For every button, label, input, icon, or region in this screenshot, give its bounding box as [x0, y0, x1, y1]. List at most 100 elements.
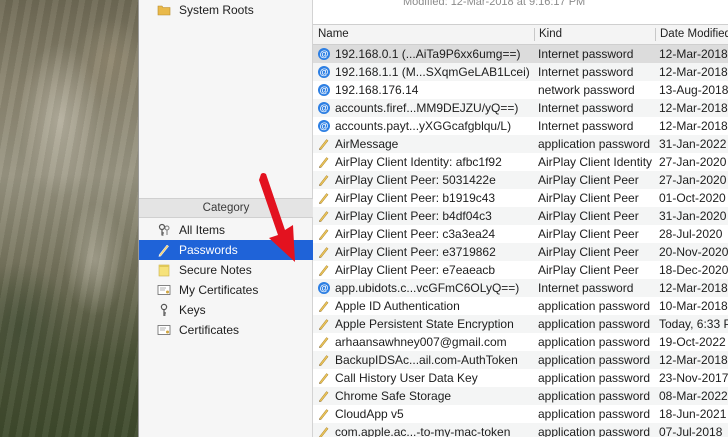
item-name: AirPlay Client Peer: b4df04c3 [335, 209, 492, 223]
application-password-icon [318, 174, 330, 186]
sidebar-item-label: All Items [179, 223, 226, 237]
cell-date-modified: 08-Mar-2022 [659, 389, 728, 403]
item-name: 192.168.176.14 [335, 83, 419, 97]
cell-date-modified: 18-Dec-2020 [659, 263, 728, 277]
sidebar-item-system-roots[interactable]: System Roots [139, 0, 313, 20]
application-password-icon [318, 372, 330, 384]
cell-name: AirPlay Client Peer: c3a3ea24 [313, 225, 534, 243]
cell-kind: application password [538, 353, 651, 367]
sidebar-item-certificates[interactable]: Certificates [139, 320, 313, 340]
application-password-icon [318, 426, 330, 437]
table-row[interactable]: Chrome Safe Storage application password 0… [313, 387, 728, 405]
item-name: Call History User Data Key [335, 371, 478, 385]
application-password-icon [318, 156, 330, 168]
application-password-icon [318, 246, 330, 258]
certificate-icon [157, 283, 171, 297]
cell-kind: network password [538, 83, 635, 97]
table-row[interactable]: Call History User Data Key application pa… [313, 369, 728, 387]
internet-password-icon: @ [318, 102, 330, 114]
table-row[interactable]: AirPlay Client Peer: 5031422e AirPlay Cli… [313, 171, 728, 189]
cell-name: @192.168.1.1 (M...SXqmGeLAB1Lcei) [313, 63, 534, 81]
cell-kind: Internet password [538, 119, 634, 133]
table-row[interactable]: BackupIDSAc...ail.com-AuthToken applicati… [313, 351, 728, 369]
item-name: arhaansawhney007@gmail.com [335, 335, 507, 349]
table-row[interactable]: AirPlay Client Peer: b1919c43 AirPlay Cli… [313, 189, 728, 207]
cell-date-modified: 18-Jun-2021 [659, 407, 727, 421]
item-name: app.ubidots.c...vcGFmC6OLyQ==) [335, 281, 520, 295]
table-row[interactable]: AirPlay Client Peer: e7eaeacb AirPlay Cli… [313, 261, 728, 279]
table-row[interactable]: @ app.ubidots.c...vcGFmC6OLyQ==) Internet … [313, 279, 728, 297]
table-row[interactable]: @192.168.176.14 network password 13-Aug-20… [313, 81, 728, 99]
column-header-name[interactable]: Name [313, 25, 534, 44]
folder-icon [157, 3, 171, 17]
column-header-kind[interactable]: Kind [534, 25, 655, 44]
table-row[interactable]: @192.168.1.1 (M...SXqmGeLAB1Lcei) Interne… [313, 63, 728, 81]
cell-kind: application password [538, 299, 651, 313]
item-name: accounts.payt...yXGGcafgblqu/L) [335, 119, 512, 133]
item-name: com.apple.ac...-to-my-mac-token [335, 425, 511, 437]
cell-name: @ app.ubidots.c...vcGFmC6OLyQ==) [313, 279, 534, 297]
sidebar-item-label: System Roots [179, 3, 254, 17]
item-name: Apple Persistent State Encryption [335, 317, 514, 331]
cell-name: AirPlay Client Identity: afbc1f92 [313, 153, 534, 171]
internet-password-icon: @ [318, 282, 330, 294]
cell-kind: application password [538, 335, 651, 349]
table-row[interactable]: com.apple.ac...-to-my-mac-token applicati… [313, 423, 728, 437]
table-row[interactable]: @192.168.0.1 (...AiTa9P6xx6umg==) Interne… [313, 45, 728, 63]
table-row[interactable]: AirPlay Client Peer: b4df04c3 AirPlay Cli… [313, 207, 728, 225]
sidebar-item-label: Keys [179, 303, 206, 317]
table-row[interactable]: CloudApp v5 application password 18-Jun-20… [313, 405, 728, 423]
table-row[interactable]: @ accounts.firef...MM9DEJZU/yQ==) Internet… [313, 99, 728, 117]
sidebar-item-my-certificates[interactable]: My Certificates [139, 280, 313, 300]
application-password-icon [318, 300, 330, 312]
table-row[interactable]: AirPlay Client Peer: e3719862 AirPlay Cli… [313, 243, 728, 261]
item-name: AirPlay Client Peer: b1919c43 [335, 191, 496, 205]
application-password-icon [318, 210, 330, 222]
cell-date-modified: 31-Jan-2020 [659, 209, 727, 223]
table-row[interactable]: AirPlay Client Peer: c3a3ea24 AirPlay Cli… [313, 225, 728, 243]
sidebar-item-all-items[interactable]: All Items [139, 220, 313, 240]
cell-name: AirPlay Client Peer: e7eaeacb [313, 261, 534, 279]
sidebar: System Roots Category All Items Password… [139, 0, 313, 437]
cell-kind: application password [538, 389, 651, 403]
item-name: AirPlay Client Peer: e7eaeacb [335, 263, 496, 277]
column-header-date-modified[interactable]: Date Modified [655, 25, 728, 44]
cell-date-modified: 13-Aug-2018 [659, 83, 728, 97]
sidebar-item-secure-notes[interactable]: Secure Notes [139, 260, 313, 280]
item-name: AirPlay Client Identity: afbc1f92 [335, 155, 502, 169]
internet-password-icon: @ [318, 66, 330, 78]
cell-date-modified: 12-Mar-2018 [659, 47, 728, 61]
table-row[interactable]: AirPlay Client Identity: afbc1f92 AirPlay… [313, 153, 728, 171]
cell-kind: application password [538, 407, 651, 421]
cell-date-modified: 12-Mar-2018 [659, 119, 728, 133]
application-password-icon [318, 408, 330, 420]
internet-password-icon: @ [318, 84, 330, 96]
item-name: AirPlay Client Peer: 5031422e [335, 173, 496, 187]
table-row[interactable]: @ accounts.payt...yXGGcafgblqu/L) Internet… [313, 117, 728, 135]
cell-name: CloudApp v5 [313, 405, 534, 423]
item-name: Chrome Safe Storage [335, 389, 452, 403]
category-header: Category [139, 198, 313, 218]
cell-name: @192.168.176.14 [313, 81, 534, 99]
cell-kind: AirPlay Client Peer [538, 209, 639, 223]
certificate-icon [157, 323, 171, 337]
cell-name: Chrome Safe Storage [313, 387, 534, 405]
table-row[interactable]: arhaansawhney007@gmail.com application pa… [313, 333, 728, 351]
sidebar-item-label: My Certificates [179, 283, 259, 297]
item-name: Apple ID Authentication [335, 299, 460, 313]
cell-name: Apple ID Authentication [313, 297, 534, 315]
cell-name: Apple Persistent State Encryption [313, 315, 534, 333]
sidebar-item-label: Certificates [179, 323, 240, 337]
table-row[interactable]: Apple Persistent State Encryption applica… [313, 315, 728, 333]
cell-date-modified: 19-Oct-2022 [659, 335, 726, 349]
sidebar-item-passwords[interactable]: Passwords [139, 240, 313, 260]
cell-name: AirPlay Client Peer: e3719862 [313, 243, 534, 261]
pen-icon [157, 243, 171, 257]
item-name: accounts.firef...MM9DEJZU/yQ==) [335, 101, 519, 115]
sidebar-item-keys[interactable]: Keys [139, 300, 313, 320]
table-row[interactable]: AirMessage application password 31-Jan-202… [313, 135, 728, 153]
cell-kind: AirPlay Client Peer [538, 173, 639, 187]
key-icon [157, 303, 171, 317]
table-row[interactable]: Apple ID Authentication application passw… [313, 297, 728, 315]
cell-date-modified: Today, 6:33 P [659, 317, 728, 331]
